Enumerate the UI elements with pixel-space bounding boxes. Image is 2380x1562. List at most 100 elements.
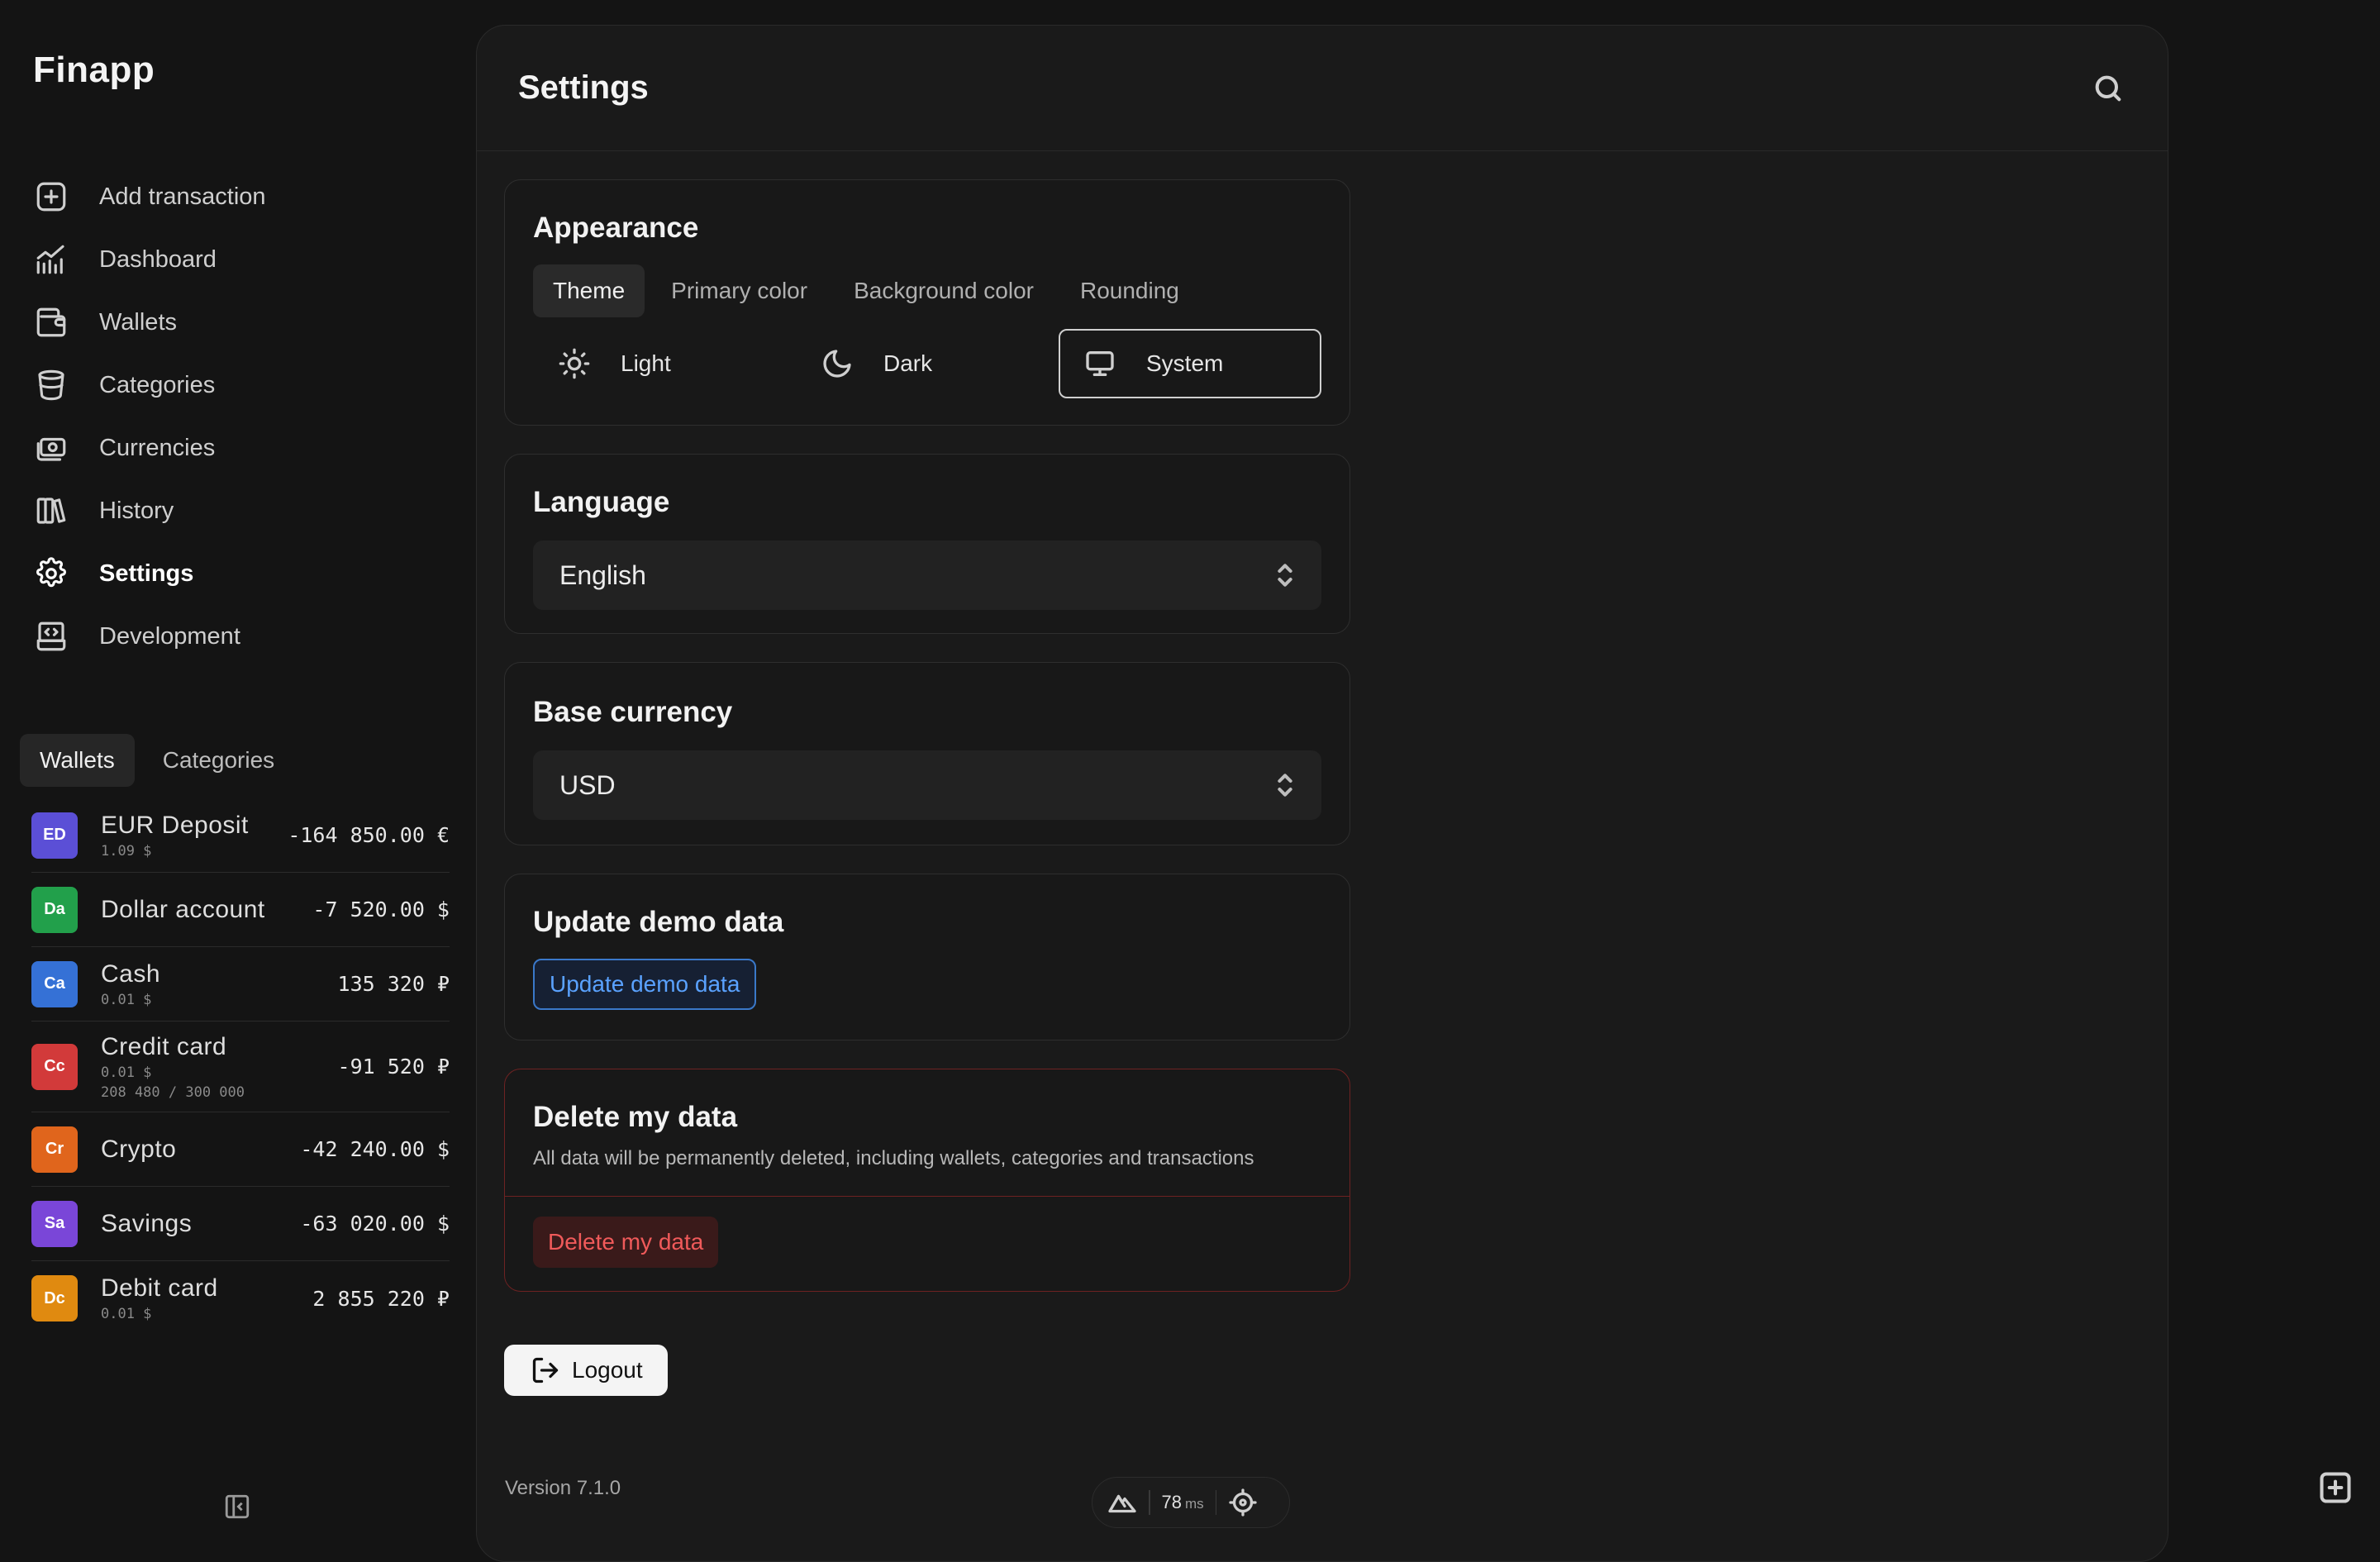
appearance-tabs: Theme Primary color Background color Rou…: [533, 264, 1321, 317]
app-version: Version 7.1.0: [505, 1477, 621, 1499]
nav-item-label: Settings: [99, 560, 194, 587]
tab-primary-color[interactable]: Primary color: [651, 264, 827, 317]
wallet-row[interactable]: Sa Savings -63 020.00 $: [31, 1187, 450, 1261]
appearance-title: Appearance: [533, 212, 699, 244]
wallet-row[interactable]: Dc Debit card 0.01 $ 2 855 220 ₽: [31, 1261, 450, 1336]
wallet-name: Credit card: [101, 1032, 227, 1060]
chart-line-icon: [33, 241, 69, 278]
wallet-row[interactable]: Ca Cash 0.01 $ 135 320 ₽: [31, 947, 450, 1021]
nav-item-label: Dashboard: [99, 245, 217, 273]
delete-data-title: Delete my data: [533, 1101, 738, 1133]
wallet-amount: 2 855 220 ₽: [312, 1286, 450, 1311]
plus-square-icon: [33, 179, 69, 215]
wallet-amount: -7 520.00 $: [312, 898, 450, 921]
delete-my-data-button[interactable]: Delete my data: [533, 1217, 719, 1268]
wallet-list: ED EUR Deposit 1.09 $ -164 850.00 € Da D…: [31, 798, 450, 1336]
wallet-name: EUR Deposit: [101, 811, 249, 839]
chevron-up-down-icon: [1278, 774, 1292, 797]
theme-dark-label: Dark: [883, 350, 933, 376]
base-currency-select[interactable]: USD: [533, 750, 1321, 820]
demo-data-card: Update demo data Update demo data: [504, 874, 1350, 1041]
nav-item-label: Add transaction: [99, 183, 266, 210]
language-select[interactable]: English: [533, 541, 1321, 610]
wallet-avatar: ED: [31, 812, 78, 859]
nav-item-add-transaction[interactable]: Add transaction: [33, 165, 463, 228]
page-title: Settings: [518, 69, 649, 106]
wallet-amount: -63 020.00 $: [300, 1212, 450, 1236]
language-title: Language: [533, 486, 670, 518]
nav-item-wallets[interactable]: Wallets: [33, 291, 463, 354]
gear-icon: [33, 555, 69, 592]
nav-item-label: Wallets: [99, 308, 177, 336]
sun-icon: [559, 348, 590, 379]
sidebar-tabs: Wallets Categories: [20, 734, 294, 787]
wallet-rate: 0.01 $: [101, 1306, 152, 1322]
delete-data-description: All data will be permanently deleted, in…: [533, 1147, 1254, 1169]
base-currency-card: Base currency USD: [504, 662, 1350, 845]
wallet-avatar: Dc: [31, 1275, 78, 1322]
theme-light-label: Light: [621, 350, 671, 376]
nav-item-categories[interactable]: Categories: [33, 354, 463, 417]
target-icon[interactable]: [1228, 1488, 1258, 1517]
chevron-up-down-icon: [1278, 564, 1292, 587]
search-icon[interactable]: [2088, 69, 2128, 108]
monitor-icon: [1086, 351, 1114, 376]
nuxt-logo-icon[interactable]: [1107, 1488, 1137, 1517]
add-panel-icon[interactable]: [2317, 1469, 2354, 1506]
wallet-avatar: Ca: [31, 960, 78, 1007]
theme-options: Light Dark System: [533, 329, 1321, 398]
theme-dark-option[interactable]: Dark: [796, 329, 1059, 398]
sidebar-collapse-icon[interactable]: [223, 1493, 251, 1521]
tab-wallets[interactable]: Wallets: [20, 734, 135, 787]
theme-light-option[interactable]: Light: [533, 329, 796, 398]
wallet-amount: -91 520 ₽: [337, 1055, 450, 1079]
wallet-icon: [33, 304, 69, 340]
wallet-row[interactable]: Cr Crypto -42 240.00 $: [31, 1112, 450, 1187]
nav-item-settings[interactable]: Settings: [33, 542, 463, 605]
wallet-row[interactable]: Cc Credit card 0.01 $ 208 480 / 300 000 …: [31, 1021, 450, 1112]
logout-icon: [532, 1357, 559, 1383]
nav-item-history[interactable]: History: [33, 479, 463, 542]
nav-item-development[interactable]: Development: [33, 605, 463, 668]
wallet-avatar: Sa: [31, 1200, 78, 1247]
tab-rounding[interactable]: Rounding: [1060, 264, 1199, 317]
logout-button[interactable]: Logout: [504, 1345, 668, 1396]
wallet-rate: 0.01 $: [101, 1064, 152, 1081]
logout-label: Logout: [572, 1357, 643, 1383]
wallet-avatar: Cc: [31, 1043, 78, 1090]
wallet-name: Cash: [101, 960, 161, 988]
update-demo-data-button[interactable]: Update demo data: [533, 959, 757, 1010]
devtools-bar: 78 ms: [1092, 1477, 1290, 1528]
nav-item-currencies[interactable]: Currencies: [33, 417, 463, 479]
sidebar: Finapp Add transaction Dashboard Wallets…: [0, 0, 476, 1541]
panel-header: Settings: [477, 26, 2168, 151]
theme-system-label: System: [1146, 350, 1224, 376]
tab-background-color[interactable]: Background color: [834, 264, 1054, 317]
wallet-name: Debit card: [101, 1274, 218, 1302]
nav-item-label: Currencies: [99, 434, 216, 461]
wallet-row[interactable]: ED EUR Deposit 1.09 $ -164 850.00 €: [31, 798, 450, 873]
wallet-avatar: Cr: [31, 1126, 78, 1173]
wallet-rate: 1.09 $: [101, 842, 152, 860]
theme-system-option[interactable]: System: [1059, 329, 1321, 398]
brand-logo[interactable]: Finapp: [33, 50, 155, 91]
bucket-icon: [33, 367, 69, 403]
nav-item-label: Categories: [99, 371, 216, 398]
moon-icon: [823, 350, 851, 378]
wallet-amount: -164 850.00 €: [288, 823, 450, 847]
books-icon: [33, 493, 69, 529]
nav-item-label: Development: [99, 622, 240, 650]
tab-categories[interactable]: Categories: [143, 734, 294, 787]
wallet-name: Crypto: [101, 1135, 177, 1163]
base-currency-value: USD: [559, 769, 616, 800]
tab-theme[interactable]: Theme: [533, 264, 645, 317]
wallet-name: Savings: [101, 1209, 193, 1237]
language-value: English: [559, 560, 646, 590]
wallet-avatar: Da: [31, 886, 78, 933]
wallet-row[interactable]: Da Dollar account -7 520.00 $: [31, 873, 450, 947]
delete-data-card: Delete my data All data will be permanen…: [504, 1069, 1350, 1292]
wallet-amount: 135 320 ₽: [337, 972, 450, 996]
demo-data-title: Update demo data: [533, 906, 784, 938]
wallet-credit-limit: 208 480 / 300 000: [101, 1083, 245, 1101]
nav-item-dashboard[interactable]: Dashboard: [33, 228, 463, 291]
